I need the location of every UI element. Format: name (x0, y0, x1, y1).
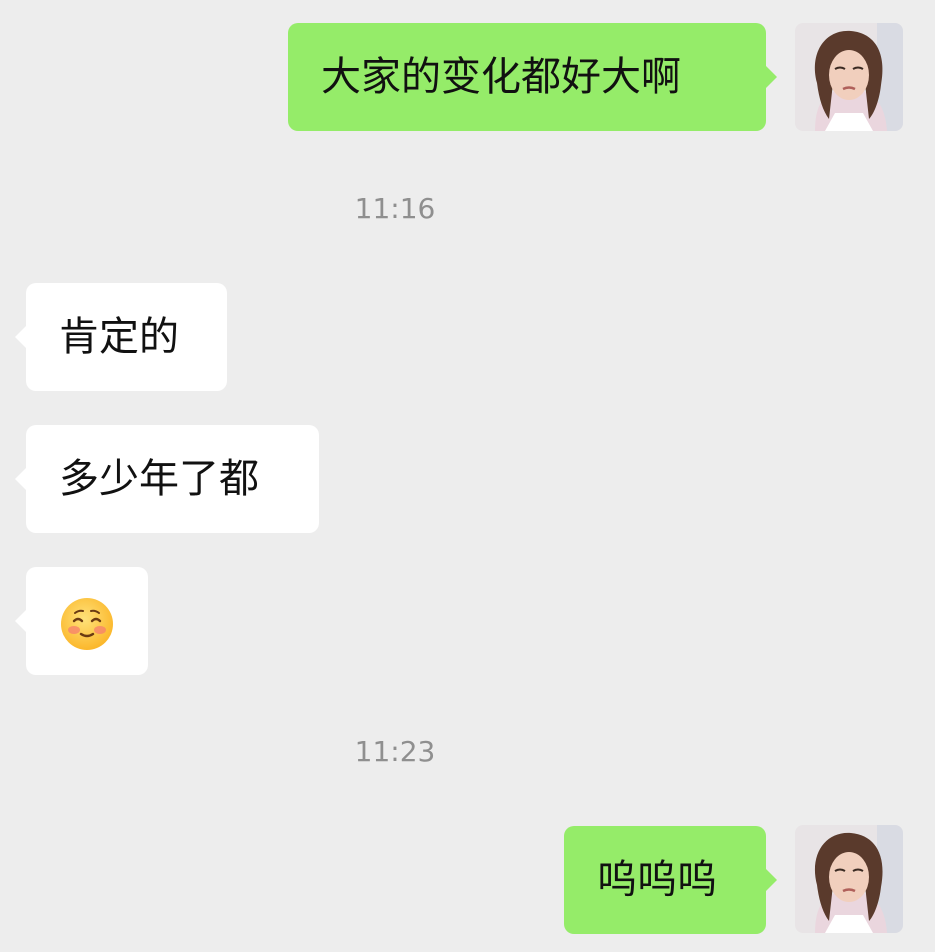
sent-message-bubble[interactable]: 大家的变化都好大啊 (288, 23, 777, 131)
avatar-photo-icon (795, 23, 903, 131)
own-avatar[interactable] (795, 23, 903, 131)
avatar-photo-icon (795, 825, 903, 933)
message-text: 肯定的 (59, 314, 179, 360)
received-emoji-bubble[interactable] (15, 567, 148, 675)
own-avatar[interactable] (795, 825, 903, 933)
chat-message-list[interactable]: 大家的变化都好大啊 11:16 肯定的 多少年了都 11:23 呜呜呜 (0, 0, 935, 952)
received-message-bubble[interactable]: 肯定的 (15, 283, 227, 391)
received-message-bubble[interactable]: 多少年了都 (15, 425, 319, 533)
message-text: 多少年了都 (59, 456, 259, 502)
message-text: 大家的变化都好大啊 (321, 54, 681, 100)
timestamp: 11:23 (354, 735, 436, 768)
message-text: 呜呜呜 (597, 857, 717, 903)
smiling-blushing-face-emoji (61, 598, 113, 650)
sent-message-bubble[interactable]: 呜呜呜 (564, 826, 777, 934)
timestamp: 11:16 (354, 192, 436, 225)
